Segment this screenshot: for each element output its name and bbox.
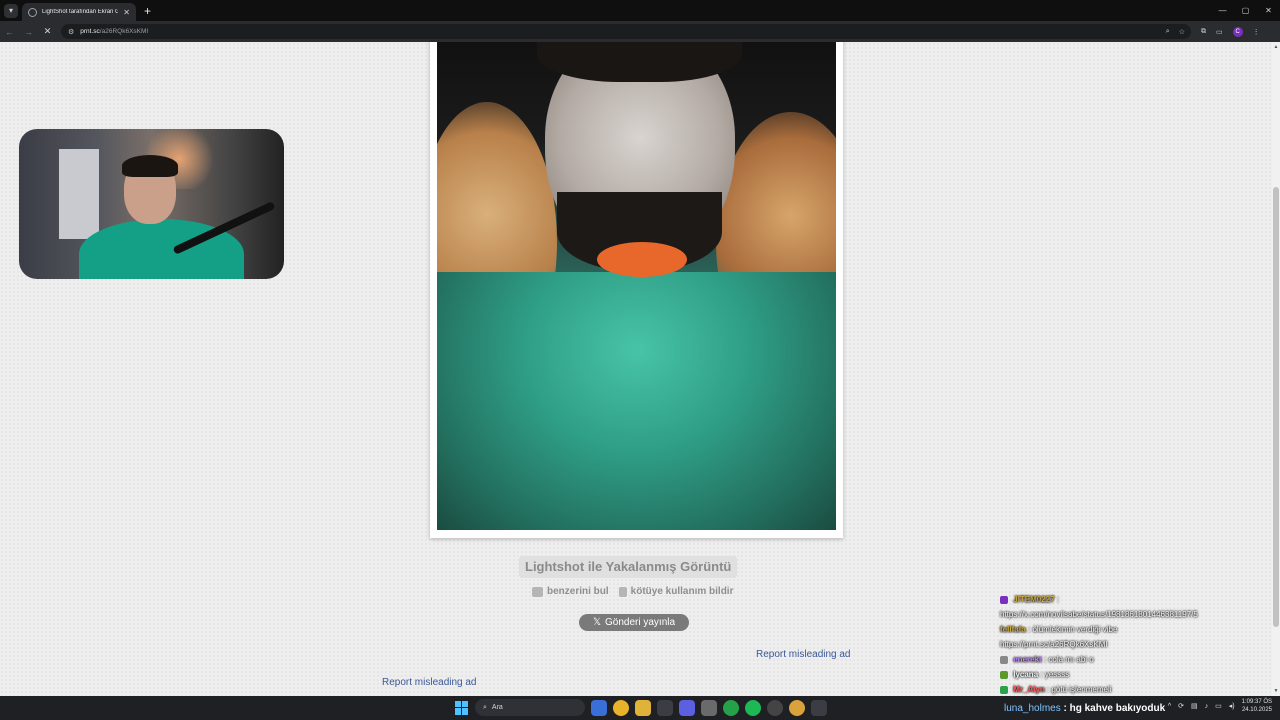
tab-title: LightShot tarafından Ekran Gör [42,9,119,15]
lightshot-favicon-icon [28,7,37,17]
chrome-app-icon[interactable] [613,699,629,716]
forward-button[interactable]: → [19,27,38,37]
report-misleading-ad-link[interactable]: Report misleading ad [756,649,851,660]
chat-message: enerekt : cola mı abi o [1000,652,1260,667]
back-button[interactable]: ← [0,27,19,37]
scroll-up-icon[interactable]: ▲ [1272,44,1280,50]
cast-icon[interactable]: ▭ [1216,28,1223,36]
report-misleading-ad-link-2[interactable]: Report misleading ad [382,677,477,688]
tray-chevron-icon[interactable]: ^ [1168,703,1171,710]
sync-icon[interactable]: ⟳ [1178,702,1184,710]
chat-badge-icon [1000,595,1008,604]
whatsapp-app-icon[interactable] [723,699,739,716]
tab-search-icon[interactable]: ▾ [4,3,18,18]
extensions-icon[interactable]: ⧉ [1201,28,1206,36]
chat-badge-icon [1000,655,1008,664]
url-path: /a26RQk6XsKMI [99,28,149,35]
browser-toolbar: ← → ✕ ⚙ prnt.sc /a26RQk6XsKMI ⌕ ☆ ⧉ ▭ C … [0,21,1280,42]
chat-message: https://prnt.sc/a26RQk6XsKMI [1000,640,1108,649]
taskbar-search-box[interactable]: ⌕ Ara [475,699,585,716]
post-button-label: Gönderi yayınla [605,617,676,628]
system-tray: ^ ⟳ ▤ ♪ ▭ ◂) 1:09:37 ÖS 24.10.2025 [1168,698,1272,714]
scroll-down-icon[interactable]: ▼ [1272,688,1280,694]
system-clock[interactable]: 1:09:37 ÖS 24.10.2025 [1242,698,1272,714]
streamer-webcam-overlay [19,129,284,279]
stream-message-user: luna_holmes [1004,703,1061,714]
chat-badge-icon [1000,685,1008,694]
site-info-icon[interactable]: ⚙ [68,28,74,36]
page-title: Lightshot ile Yakalanmış Görüntü [519,556,738,578]
volume-icon[interactable]: ◂) [1229,702,1235,710]
tab-close-icon[interactable]: ✕ [123,8,130,17]
copilot-app-icon[interactable] [591,699,607,716]
window-controls: — ▢ ✕ [1211,0,1280,21]
camera-icon [532,586,543,597]
maximize-button[interactable]: ▢ [1234,6,1257,15]
report-abuse-link[interactable]: kötüye kullanım bildir [618,586,734,597]
x-logo-icon: 𝕏 [592,617,601,628]
close-window-button[interactable]: ✕ [1257,6,1280,15]
minimize-button[interactable]: — [1211,6,1234,15]
trash-icon [618,586,627,597]
stream-message-text: : hg kahve bakıyoduk [1063,703,1166,714]
steam-app-icon[interactable] [701,699,717,716]
page-scrollbar[interactable]: ▲ ▼ [1272,42,1280,696]
clock-time: 1:09:37 ÖS [1241,699,1272,705]
taskbar-search-label: Ara [491,704,503,711]
post-to-x-button[interactable]: 𝕏 Gönderi yayınla [579,614,689,631]
file-explorer-icon[interactable] [635,699,651,716]
obs-app-icon[interactable] [767,699,783,716]
network-icon[interactable]: ▤ [1191,702,1198,710]
url-host: prnt.sc [80,28,100,35]
scrollbar-thumb[interactable] [1273,187,1279,627]
ccleaner-app-icon[interactable] [657,699,673,716]
discord-app-icon[interactable] [679,699,695,716]
new-tab-button[interactable]: + [144,5,151,17]
bookmark-star-icon[interactable]: ☆ [1179,28,1185,36]
stop-loading-button[interactable]: ✕ [38,26,57,37]
chat-badge-icon [1000,670,1008,679]
browser-tab[interactable]: LightShot tarafından Ekran Gör ✕ [22,3,136,21]
report-abuse-label: kötüye kullanım bildir [630,586,734,597]
screenshot-frame [430,42,843,538]
profile-avatar[interactable]: C [1232,26,1243,37]
browser-tab-strip: ▾ LightShot tarafından Ekran Gör ✕ + — ▢… [0,0,1280,21]
mic-icon[interactable]: ♪ [1205,703,1209,710]
zoom-icon[interactable]: ⌕ [1166,28,1170,36]
chat-message: fellfafa : ölümlekimin verdiği vibe [1000,625,1118,634]
chat-message: lycana : yessss [1000,667,1260,682]
chat-message: JITEM0227 : [1000,592,1260,607]
chat-message: Mr_Alyn : götü işlenmemeli [1000,682,1260,697]
find-similar-link[interactable]: benzerini bul [532,586,609,597]
menu-kebab-icon[interactable]: ⋮ [1253,28,1260,36]
stream-chat-overlay: JITEM0227 : https://x.com/novilsabe/stat… [1000,592,1260,697]
captured-screenshot-image[interactable] [437,42,836,530]
image-actions: benzerini bul kötüye kullanım bildir [532,586,733,597]
chrome-profile-app-icon[interactable] [789,699,805,716]
stream-highlighted-message: luna_holmes : hg kahve bakıyoduk [1004,703,1165,714]
windows-start-icon[interactable] [455,700,469,715]
spotify-app-icon[interactable] [745,699,761,716]
app-switcher-icon[interactable] [811,699,827,716]
search-icon: ⌕ [483,703,487,711]
find-similar-label: benzerini bul [547,586,609,597]
clock-date: 24.10.2025 [1241,707,1272,713]
chat-message: https://x.com/novilsabe/status/198186180… [1000,610,1198,619]
display-icon[interactable]: ▭ [1215,702,1222,710]
address-bar[interactable]: ⚙ prnt.sc /a26RQk6XsKMI ⌕ ☆ [61,24,1191,39]
